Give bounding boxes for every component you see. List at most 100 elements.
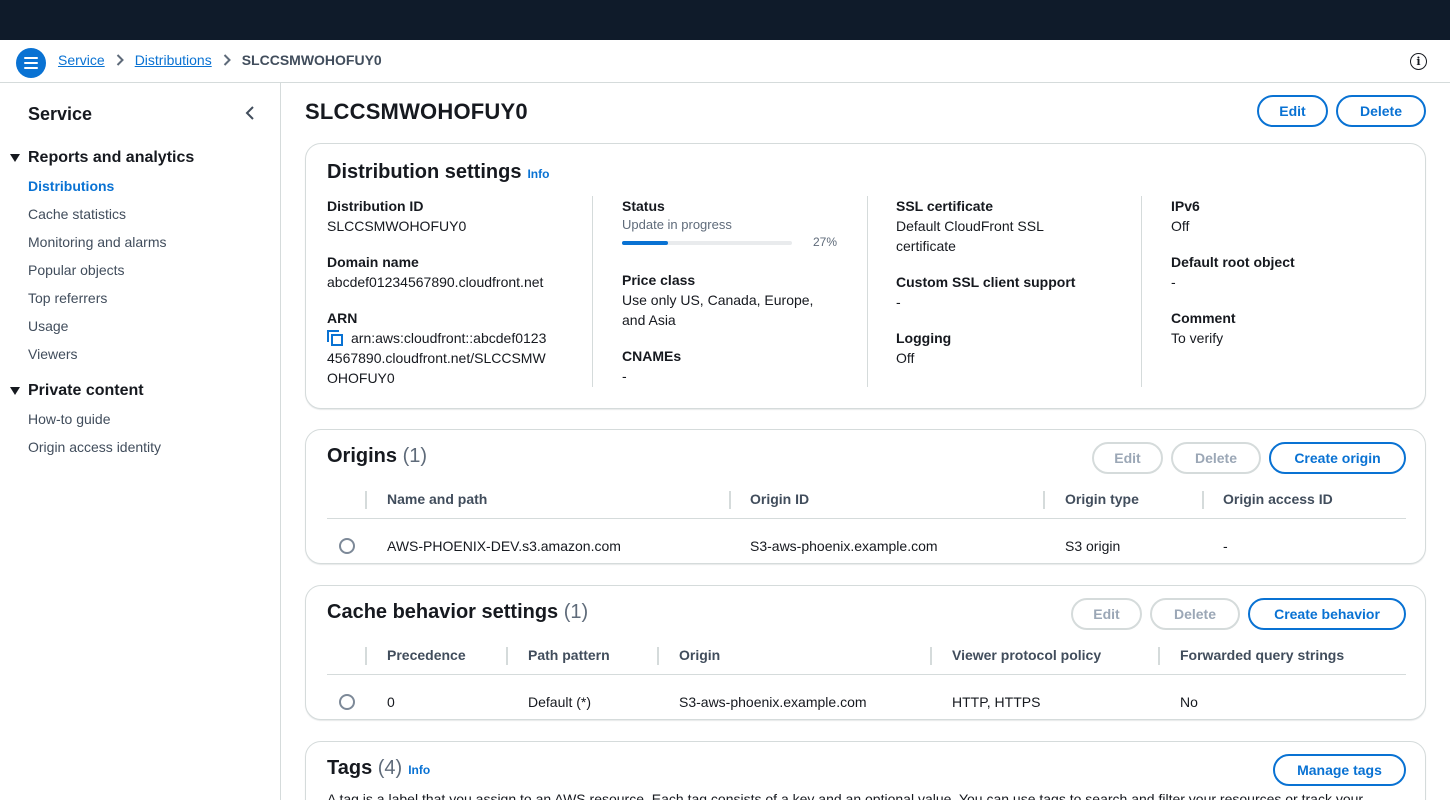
column-divider xyxy=(930,647,932,665)
column-divider xyxy=(1202,491,1204,509)
breadcrumb-distributions[interactable]: Distributions xyxy=(135,52,212,68)
field-label: SSL certificate xyxy=(896,198,994,214)
column-header[interactable]: Path pattern xyxy=(528,647,610,663)
column-header[interactable]: Origin xyxy=(679,647,720,663)
cache-behavior-title: Cache behavior settings (1) xyxy=(327,601,588,624)
column-divider xyxy=(729,491,731,509)
column-divider xyxy=(1158,647,1160,665)
field-value: Use only US, Canada, Europe, xyxy=(622,292,814,308)
cache-edit-button[interactable]: Edit xyxy=(1071,598,1142,630)
distribution-settings-card: Distribution settings Info Distribution I… xyxy=(305,143,1426,409)
arn-line: OHOFUY0 xyxy=(327,370,395,386)
sidebar-item-usage[interactable]: Usage xyxy=(28,318,68,334)
create-behavior-button[interactable]: Create behavior xyxy=(1248,598,1406,630)
field-value: SLCCSMWOHOFUY0 xyxy=(327,218,467,234)
column-divider xyxy=(365,491,367,509)
table-cell: S3-aws-phoenix.example.com xyxy=(679,694,867,710)
field-label: Domain name xyxy=(327,254,419,270)
status-field: Status Update in progress xyxy=(622,196,732,234)
sidebar-item-origin-access-identity[interactable]: Origin access identity xyxy=(28,439,161,455)
progress-fill xyxy=(622,241,668,245)
sidebar-item-monitoring[interactable]: Monitoring and alarms xyxy=(28,234,167,250)
arn-line: arn:aws:cloudfront::abcdef0123 xyxy=(351,330,547,346)
card-title-text: Tags xyxy=(327,757,373,779)
origins-delete-button[interactable]: Delete xyxy=(1171,442,1261,474)
manage-tags-button[interactable]: Manage tags xyxy=(1273,754,1406,786)
cache-delete-button[interactable]: Delete xyxy=(1150,598,1240,630)
info-icon[interactable]: i xyxy=(1410,53,1427,70)
field-label: Comment xyxy=(1171,310,1236,326)
sidebar-section-reports[interactable]: Reports and analytics xyxy=(10,149,194,167)
column-header[interactable]: Viewer protocol policy xyxy=(952,647,1101,663)
custom-ssl-field: Custom SSL client support - xyxy=(896,272,1075,312)
row-select-radio[interactable] xyxy=(339,538,355,554)
distribution-id-field: Distribution ID SLCCSMWOHOFUY0 xyxy=(327,196,466,236)
delete-button[interactable]: Delete xyxy=(1336,95,1426,127)
card-title-text: Cache behavior settings xyxy=(327,601,559,623)
field-value: - xyxy=(622,368,627,384)
field-value: arn:aws:cloudfront::abcdef0123 4567890.c… xyxy=(327,328,572,388)
row-select-radio[interactable] xyxy=(339,694,355,710)
breadcrumb-service[interactable]: Service xyxy=(58,52,105,68)
field-label: IPv6 xyxy=(1171,198,1200,214)
sidebar-item-popular-objects[interactable]: Popular objects xyxy=(28,262,125,278)
tags-description: A tag is a label that you assign to an A… xyxy=(327,791,1364,800)
field-label: Logging xyxy=(896,330,952,346)
sidebar-title: Service xyxy=(28,104,93,124)
field-value: abcdef01234567890.cloudfront.net xyxy=(327,274,544,290)
column-divider xyxy=(657,647,659,665)
copy-icon[interactable] xyxy=(327,330,343,346)
table-cell: - xyxy=(1223,538,1228,554)
tags-title: Tags (4) Info xyxy=(327,757,430,780)
menu-icon[interactable] xyxy=(16,48,46,78)
status-text: Update in progress xyxy=(622,217,732,232)
sidebar: Service Reports and analytics Distributi… xyxy=(0,83,281,800)
table-cell: S3-aws-phoenix.example.com xyxy=(750,538,938,554)
origins-edit-button[interactable]: Edit xyxy=(1092,442,1163,474)
sidebar-item-distributions[interactable]: Distributions xyxy=(28,178,114,194)
column-header[interactable]: Origin ID xyxy=(750,491,809,507)
cache-behavior-card: Cache behavior settings (1) Edit Delete … xyxy=(305,585,1426,720)
column-divider xyxy=(1043,491,1045,509)
distribution-settings-title: Distribution settings Info xyxy=(327,161,549,184)
tags-count: (4) xyxy=(377,757,403,779)
sidebar-section-private-content[interactable]: Private content xyxy=(10,382,144,400)
arn-line: 4567890.cloudfront.net/SLCCSMW xyxy=(327,350,546,366)
field-value: Off xyxy=(1171,218,1190,234)
logging-field: Logging Off xyxy=(896,328,951,368)
cache-behavior-table: Precedence Path pattern Origin Viewer pr… xyxy=(327,637,1406,717)
settings-column-3: SSL certificate Default CloudFront SSL c… xyxy=(867,196,1141,387)
column-header[interactable]: Forwarded query strings xyxy=(1180,647,1344,663)
price-class-field: Price class Use only US, Canada, Europe,… xyxy=(622,270,813,330)
field-label: Distribution ID xyxy=(327,198,424,214)
edit-button[interactable]: Edit xyxy=(1257,95,1328,127)
origins-table: Name and path Origin ID Origin type Orig… xyxy=(327,481,1406,561)
sidebar-item-viewers[interactable]: Viewers xyxy=(28,346,78,362)
origins-count: (1) xyxy=(402,445,428,467)
field-label: CNAMEs xyxy=(622,348,682,364)
card-title-text: Distribution settings xyxy=(327,161,522,183)
field-label: Price class xyxy=(622,272,696,288)
column-header[interactable]: Precedence xyxy=(387,647,466,663)
field-value: Off xyxy=(896,350,915,366)
sidebar-section-label: Reports and analytics xyxy=(28,149,195,166)
table-cell: No xyxy=(1180,694,1198,710)
column-header[interactable]: Origin type xyxy=(1065,491,1139,507)
arn-field: ARN arn:aws:cloudfront::abcdef0123 45678… xyxy=(327,308,572,388)
info-link[interactable]: Info xyxy=(408,763,430,777)
column-header[interactable]: Origin access ID xyxy=(1223,491,1333,507)
info-link[interactable]: Info xyxy=(527,167,549,181)
cache-behavior-count: (1) xyxy=(563,601,589,623)
sidebar-item-top-referrers[interactable]: Top referrers xyxy=(28,290,107,306)
column-header[interactable]: Name and path xyxy=(387,491,487,507)
table-cell: HTTP, HTTPS xyxy=(952,694,1041,710)
collapse-sidebar-icon[interactable] xyxy=(243,105,257,121)
sidebar-item-cache-statistics[interactable]: Cache statistics xyxy=(28,206,126,222)
column-divider xyxy=(365,647,367,665)
field-value: certificate xyxy=(896,238,956,254)
create-origin-button[interactable]: Create origin xyxy=(1269,442,1406,474)
field-label: Default root object xyxy=(1171,254,1295,270)
sidebar-item-how-to-guide[interactable]: How-to guide xyxy=(28,411,111,427)
breadcrumb: Service Distributions SLCCSMWOHOFUY0 xyxy=(58,52,382,68)
tags-card: Tags (4) Info Manage tags A tag is a labe… xyxy=(305,741,1426,800)
